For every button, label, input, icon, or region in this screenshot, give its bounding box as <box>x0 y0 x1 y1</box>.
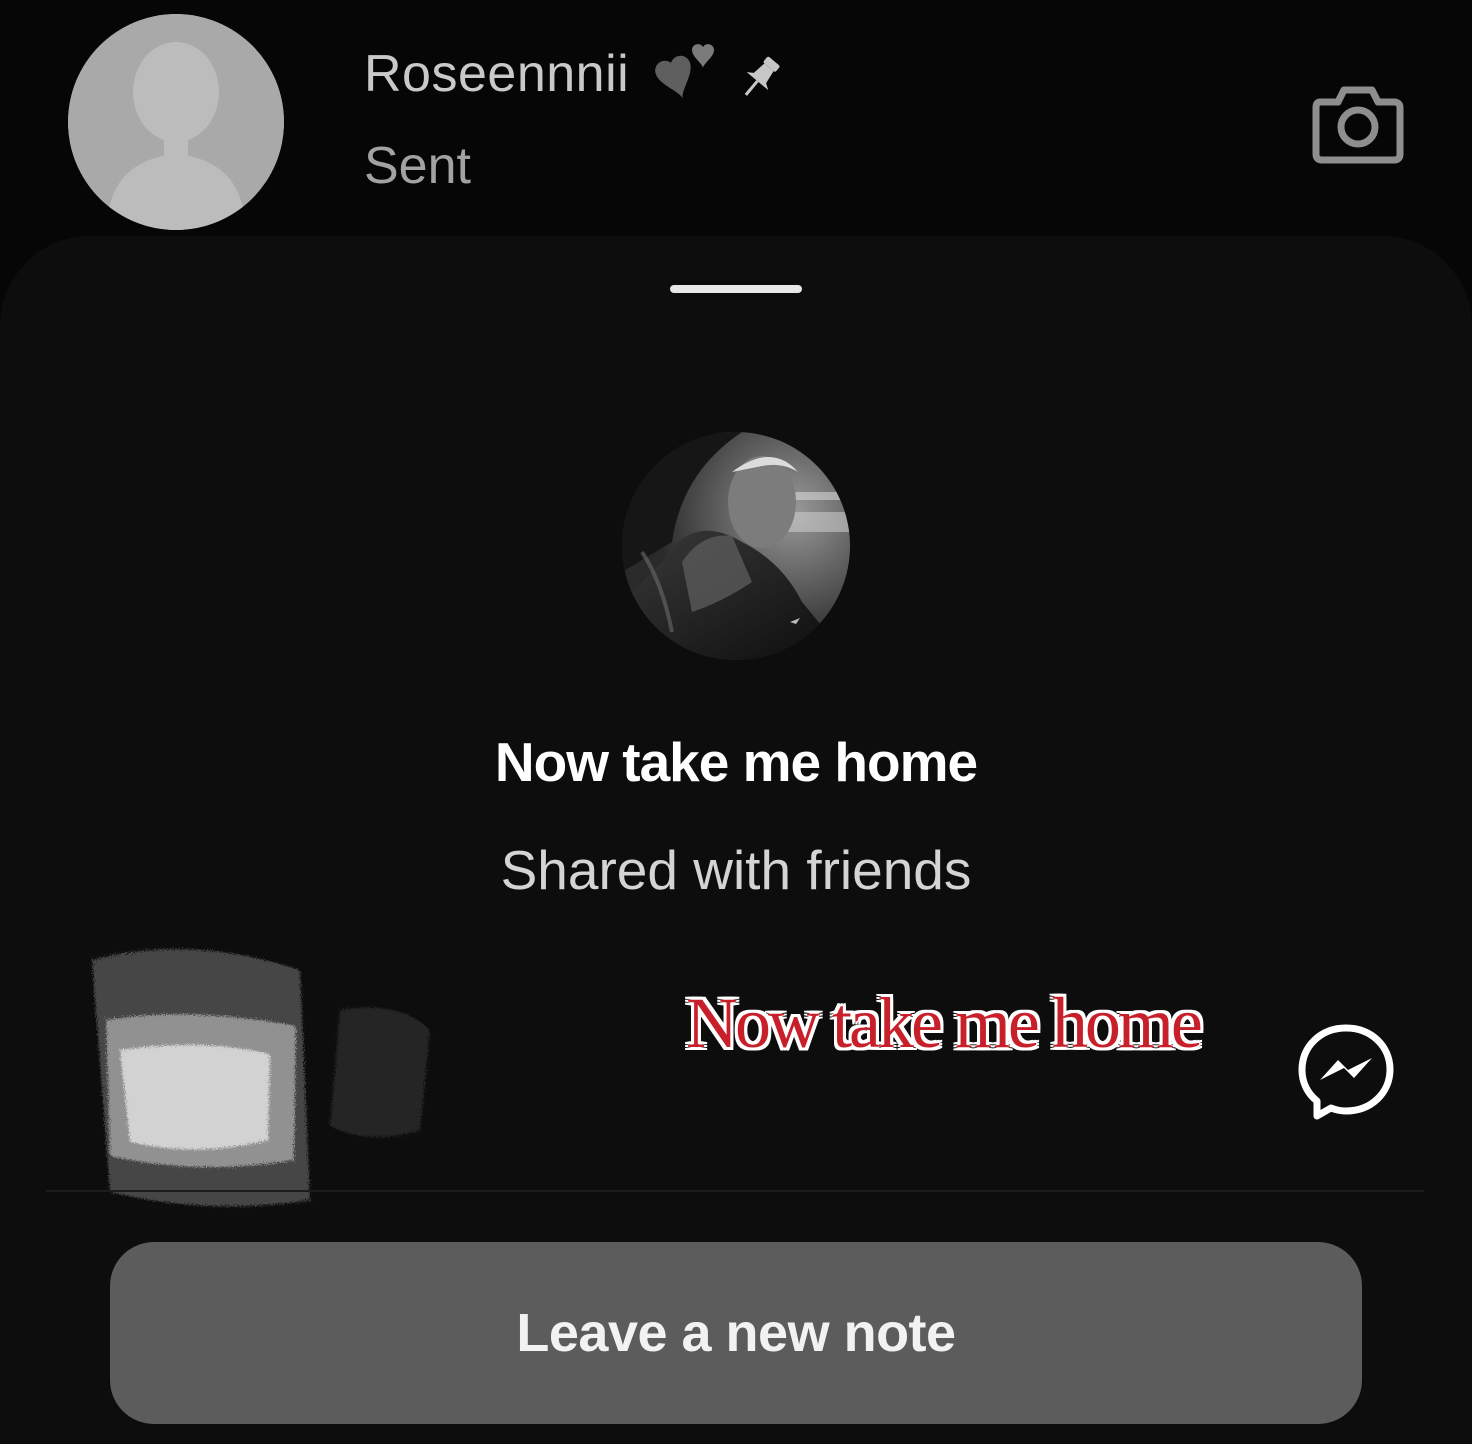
chat-name: Roseennnii <box>364 45 630 103</box>
sheet-grabber[interactable] <box>670 285 802 293</box>
divider <box>46 1190 1424 1192</box>
leave-new-note-button[interactable]: Leave a new note <box>110 1242 1362 1424</box>
note-audience: Shared with friends <box>500 839 972 901</box>
messenger-icon <box>1298 1024 1394 1120</box>
overlay-caption: Now take me home <box>686 983 1203 1063</box>
black-hearts-icon <box>655 44 714 99</box>
message-status: Sent <box>364 137 471 195</box>
scribble-sticker <box>92 949 430 1207</box>
note-text: Now take me home <box>494 731 978 793</box>
chat-row[interactable]: Roseennnii Sent <box>0 0 1472 236</box>
pin-icon <box>744 56 780 96</box>
camera-icon[interactable] <box>1310 80 1406 166</box>
profile-photo <box>622 432 850 660</box>
note-sheet: Now take me home Shared with friends Now… <box>0 236 1472 1444</box>
default-avatar-icon[interactable] <box>68 14 284 230</box>
screen: Roseennnii Sent Now take me home Shared … <box>0 0 1472 1444</box>
